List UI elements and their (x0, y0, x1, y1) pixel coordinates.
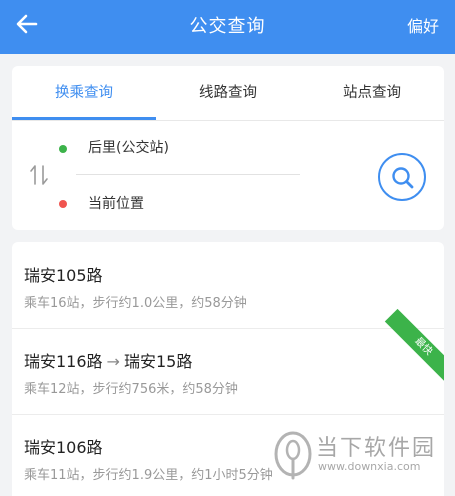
route-title: 瑞安116路 → 瑞安15路 (24, 348, 192, 372)
transfer-arrow-icon: → (106, 352, 120, 371)
swap-icon[interactable] (28, 162, 50, 188)
route-line-1: 瑞安116路 (24, 352, 103, 371)
search-button[interactable] (378, 153, 426, 201)
top-app-bar: 公交查询 偏好 (0, 0, 455, 54)
route-detail: 乘车16站，步行约1.0公里，约58分钟 (24, 296, 247, 311)
route-item[interactable]: 瑞安105路 乘车16站，步行约1.0公里，约58分钟 (12, 242, 444, 328)
route-detail: 乘车11站，步行约1.9公里，约1小时5分钟 (24, 468, 273, 483)
preferences-button[interactable]: 偏好 (407, 13, 439, 37)
route-title: 瑞安105路 (24, 266, 103, 285)
origin-field[interactable]: 后里(公交站) (88, 137, 169, 157)
destination-field[interactable]: 当前位置 (88, 193, 144, 213)
route-detail: 乘车12站，步行约756米，约58分钟 (24, 382, 238, 397)
query-tabs: 换乘查询 线路查询 站点查询 (12, 66, 444, 120)
watermark: 当下软件园 www.downxia.com (270, 428, 440, 484)
destination-dot-icon (59, 200, 67, 208)
origin-dot-icon (59, 145, 67, 153)
tab-line-query[interactable]: 线路查询 (156, 66, 300, 120)
route-line-2: 瑞安15路 (123, 352, 193, 371)
search-card: 换乘查询 线路查询 站点查询 后里(公交站) 当前位置 (12, 66, 444, 230)
route-title: 瑞安106路 (24, 438, 103, 457)
tab-stop-query[interactable]: 站点查询 (300, 66, 444, 120)
watermark-name: 当下软件园 (316, 436, 437, 461)
watermark-logo-icon (270, 428, 316, 482)
field-divider (76, 174, 300, 175)
tab-divider (12, 120, 444, 121)
tab-transfer-query[interactable]: 换乘查询 (12, 66, 156, 120)
search-icon (392, 167, 414, 189)
route-item[interactable]: 瑞安116路 → 瑞安15路 乘车12站，步行约756米，约58分钟 最快 (12, 308, 444, 414)
watermark-url: www.downxia.com (318, 460, 421, 473)
page-title: 公交查询 (189, 16, 266, 37)
